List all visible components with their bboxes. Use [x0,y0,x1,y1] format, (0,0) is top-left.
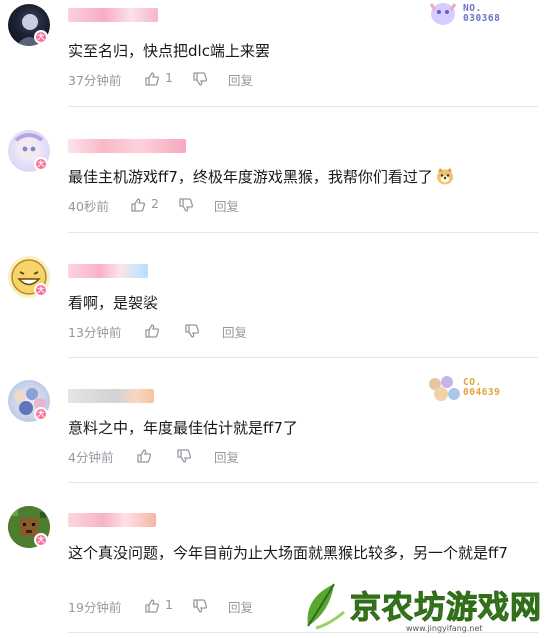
level-badge-icon: 大 [34,30,48,44]
like-count: 1 [165,70,173,85]
fan-badge[interactable]: CO. 004639 [425,372,540,406]
level-badge-icon: 大 [34,407,48,421]
watermark-title: 京农坊游戏网 [350,590,542,627]
username[interactable] [68,264,148,278]
level-badge-icon: 大 [34,533,48,547]
username[interactable] [68,139,186,153]
reply-button[interactable]: 回复 [214,447,239,466]
comment-time: 19分钟前 [68,600,122,615]
comment-time: 37分钟前 [68,73,122,88]
comment-time: 4分钟前 [68,450,114,465]
leaf-logo-icon [307,583,345,630]
comment-text: 意料之中，年度最佳估计就是ff7了 [68,419,298,437]
level-badge-icon: 大 [34,157,48,171]
divider [68,482,538,483]
watermark-url: www.jingyifang.net [406,624,483,633]
like-icon[interactable] [144,71,160,87]
comment-text: 实至名归，快点把dlc端上来罢 [68,42,270,60]
like-icon[interactable] [144,323,160,339]
comment-text: 看啊，是袈裟 [68,294,159,312]
level-badge-icon: 大 [34,283,48,297]
divider [68,357,538,358]
site-watermark: 京农坊游戏网 www.jingyifang.net [298,578,550,638]
dislike-icon[interactable] [176,448,192,464]
divider [68,232,538,233]
comment-meta: 37分钟前 1 回复 [68,70,368,88]
comment-meta: 13分钟前 回复 [68,322,368,340]
reply-button[interactable]: 回复 [214,196,239,215]
fan-badge-character-icon [429,376,460,401]
fan-badge-number: CO. 004639 [463,377,501,398]
like-count: 2 [151,196,159,211]
dog-emoji-icon [436,168,453,185]
like-icon[interactable] [136,448,152,464]
comment-text: 这个真没问题，今年目前为止大场面就黑猴比较多，另一个就是ff7 [68,544,508,562]
like-count: 1 [165,597,173,612]
comment-meta: 4分钟前 回复 [68,447,368,465]
username[interactable] [68,8,158,22]
comment-time: 40秒前 [68,199,109,214]
username[interactable] [68,513,156,527]
fan-badge-number: NO. 030368 [463,3,501,24]
reply-button[interactable]: 回复 [228,597,253,616]
like-icon[interactable] [130,197,146,213]
comment-text-body: 最佳主机游戏ff7，终极年度游戏黑猴，我帮你们看过了 [68,168,433,186]
like-icon[interactable] [144,598,160,614]
reply-button[interactable]: 回复 [222,322,247,341]
dislike-icon[interactable] [192,71,208,87]
dislike-icon[interactable] [184,323,200,339]
fan-badge-character-icon [429,3,457,25]
comment-meta: 40秒前 2 回复 [68,196,368,214]
username[interactable] [68,389,154,403]
dislike-icon[interactable] [192,598,208,614]
comment-text: 最佳主机游戏ff7，终极年度游戏黑猴，我帮你们看过了 [68,166,538,188]
comment-time: 13分钟前 [68,325,122,340]
reply-button[interactable]: 回复 [228,70,253,89]
divider [68,106,538,107]
fan-badge[interactable]: NO. 030368 [425,0,540,34]
dislike-icon[interactable] [178,197,194,213]
